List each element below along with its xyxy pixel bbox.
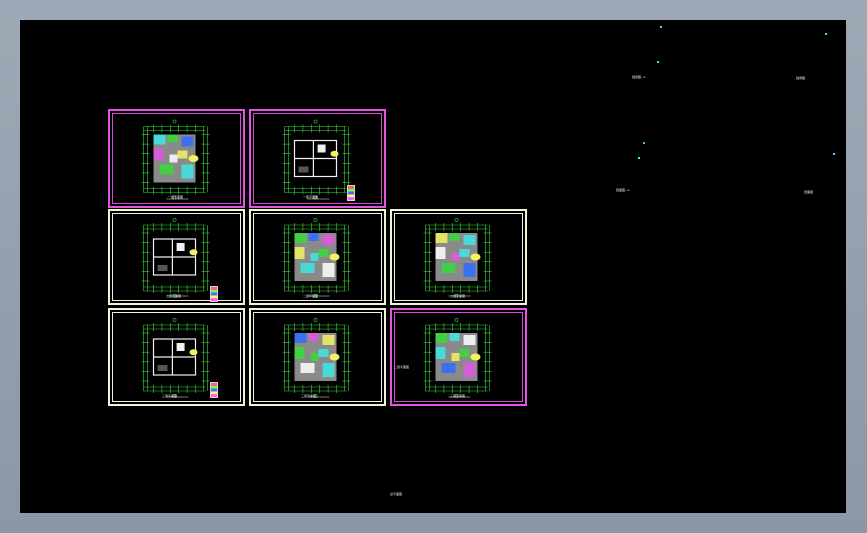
right-label-4: 剖面图: [804, 190, 814, 194]
sheet-caption: 二层平面图: [450, 294, 466, 298]
sheet-caption: 三层平面图: [301, 394, 317, 398]
sheet-caption: 二层平面图: [303, 294, 319, 298]
legend-block: [210, 286, 218, 302]
floor-plan-4: [282, 218, 351, 298]
bottom-label: 总平面图: [390, 492, 403, 496]
drawing-sheet-4[interactable]: 二层平面图: [249, 209, 386, 305]
legend-block: [347, 185, 355, 201]
right-label-2: 轴测图: [796, 76, 806, 80]
floor-plan-7: [282, 318, 351, 398]
drawing-sheet-2[interactable]: 一层平面图: [249, 109, 386, 208]
right-label-3: 剖面图—1: [616, 188, 630, 192]
sheet-caption: 三层平面图: [450, 394, 466, 398]
legend-block: [210, 382, 218, 398]
sheet-caption: 一层平面图: [303, 195, 319, 199]
drawing-sheet-6[interactable]: 三层平面图: [108, 308, 245, 406]
floor-plan-6: [141, 318, 210, 398]
sheet-caption: 一层平面图: [168, 195, 184, 199]
drawing-sheet-3[interactable]: 二层平面图: [108, 209, 245, 305]
cad-point-marker: [643, 142, 645, 144]
cad-model-space[interactable]: 一层平面图 一层平面图 二层平面图 二层平面图 二层平面图 三层平面图 三层平面…: [20, 20, 846, 513]
drawing-sheet-8[interactable]: 三层平面图: [390, 308, 527, 406]
cad-point-marker: [657, 61, 659, 63]
cad-point-marker: [638, 157, 640, 159]
cad-point-marker: [833, 153, 835, 155]
floor-plan-2: [282, 119, 351, 200]
cad-point-marker: [825, 33, 827, 35]
right-label-1: 轴测图—1: [632, 75, 646, 79]
sheet-caption: 三层平面图: [162, 394, 178, 398]
drawing-sheet-7[interactable]: 三层平面图: [249, 308, 386, 406]
floor-plan-5: [423, 218, 492, 298]
floor-plan-3: [141, 218, 210, 298]
sheet-caption: 二层平面图: [166, 294, 182, 298]
cad-point-marker: [660, 26, 662, 28]
side-label: 二层平面图: [394, 365, 410, 369]
drawing-sheet-5[interactable]: 二层平面图: [390, 209, 527, 305]
drawing-sheet-1[interactable]: 一层平面图: [108, 109, 245, 208]
